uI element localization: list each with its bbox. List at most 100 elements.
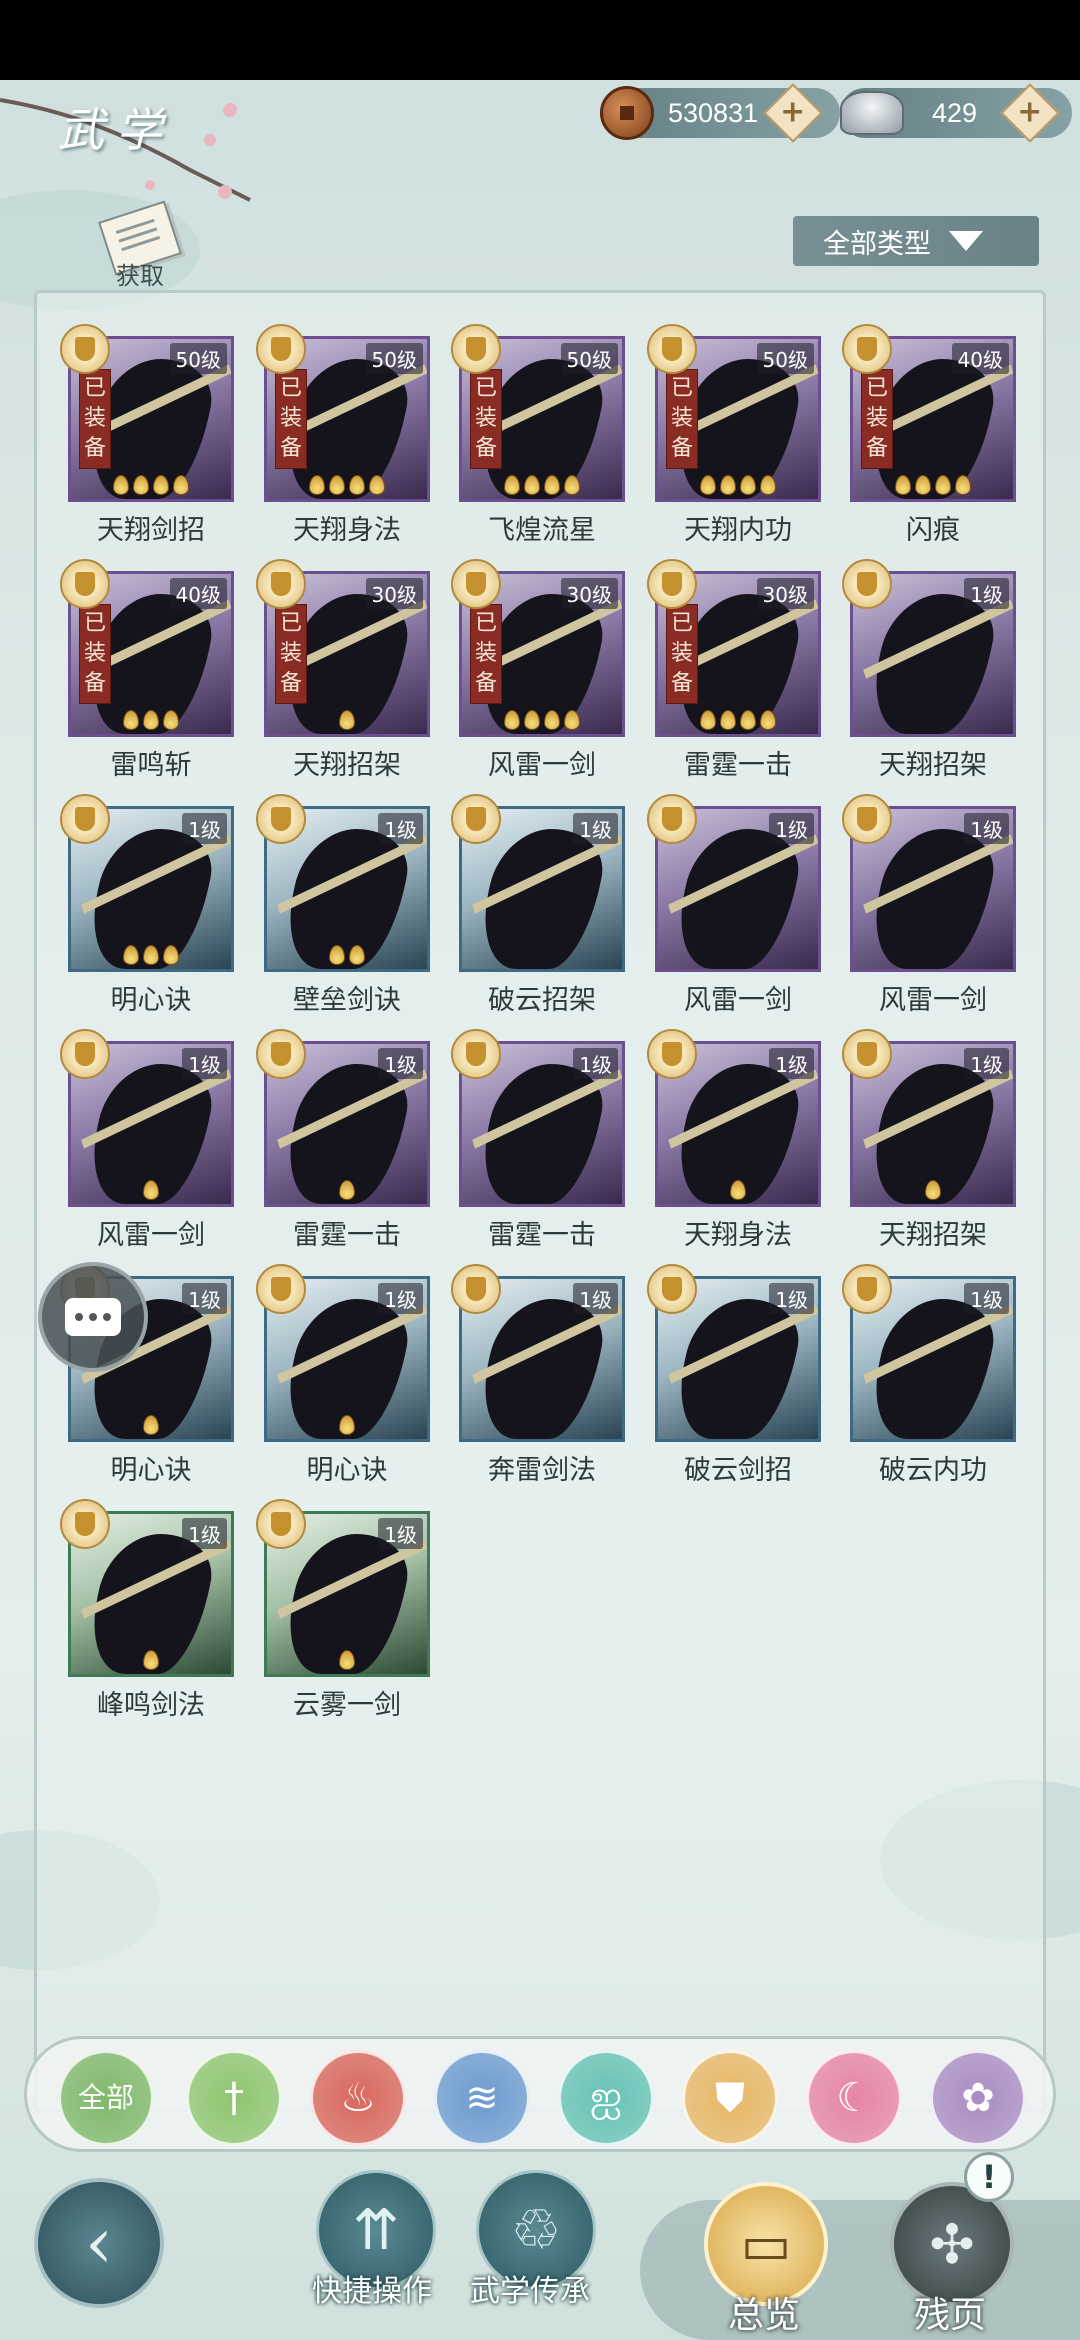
flame-star-icon (730, 1180, 746, 1200)
skill-card[interactable]: 1级 破云剑招 (647, 1264, 821, 1486)
skill-card[interactable]: 30级已装备雷霆一击 (647, 559, 821, 781)
flame-star-icon (895, 475, 911, 495)
skill-card[interactable]: 1级 明心诀 (256, 1264, 430, 1486)
skill-card[interactable]: 1级 风雷一剑 (842, 794, 1016, 1016)
skill-level: 1级 (964, 578, 1009, 609)
skill-card[interactable]: 1级 雷霆一击 (451, 1029, 625, 1251)
category-all[interactable]: 全部 (58, 2050, 154, 2146)
skill-card[interactable]: 1级 壁垒剑诀 (256, 794, 430, 1016)
flame-star-icon (720, 710, 736, 730)
skill-card[interactable]: 1级 破云内功 (842, 1264, 1016, 1486)
flame-star-icon (143, 1180, 159, 1200)
shield-badge-icon (256, 1264, 306, 1314)
add-copper-button[interactable]: + (763, 83, 823, 143)
swordsman-silhouette-icon (863, 829, 1003, 969)
skill-name: 峰鸣剑法 (97, 1690, 205, 1721)
category-shield[interactable]: ⛊ (682, 2050, 778, 2146)
star-flames (267, 710, 427, 730)
type-filter-dropdown[interactable]: 全部类型 (793, 216, 1039, 266)
equipped-tag: 已装备 (79, 604, 111, 704)
add-silver-button[interactable]: + (1000, 83, 1060, 143)
skill-card[interactable]: 1级 明心诀 (60, 794, 234, 1016)
skill-level: 1级 (769, 813, 814, 844)
category-all-label: 全部 (77, 2081, 134, 2114)
skill-name: 风雷一剑 (488, 750, 596, 781)
skill-card[interactable]: 50级已装备天翔内功 (647, 324, 821, 546)
skill-card[interactable]: 1级 天翔身法 (647, 1029, 821, 1251)
category-rose[interactable]: ✿ (930, 2050, 1026, 2146)
star-flames (853, 475, 1013, 495)
skill-level: 50级 (169, 343, 227, 374)
skill-card[interactable]: 1级云雾一剑 (256, 1499, 430, 1721)
skill-name: 雷霆一击 (293, 1220, 401, 1251)
category-water[interactable]: ≋ (434, 2050, 530, 2146)
flame-star-icon (935, 475, 951, 495)
arrows-up-icon: ⇈ (352, 2197, 400, 2263)
skill-level: 1级 (182, 1048, 227, 1079)
tab-container (640, 2200, 1080, 2340)
open-book-icon: ▭ (740, 2212, 792, 2276)
skill-name: 天翔剑招 (97, 515, 205, 546)
skill-name: 壁垒剑诀 (293, 985, 401, 1016)
skill-name: 风雷一剑 (879, 985, 987, 1016)
skill-card[interactable]: 1级 奔雷剑法 (451, 1264, 625, 1486)
category-moon[interactable]: ☾ (806, 2050, 902, 2146)
skill-level: 1级 (378, 1518, 423, 1549)
skill-name: 风雷一剑 (97, 1220, 205, 1251)
skill-card[interactable]: 1级峰鸣剑法 (60, 1499, 234, 1721)
skill-card[interactable]: 1级 天翔招架 (842, 1029, 1016, 1251)
flame-star-icon (163, 710, 179, 730)
back-button[interactable]: ‹ (34, 2178, 164, 2308)
shield-badge-icon (842, 794, 892, 844)
skill-card[interactable]: 1级 破云招架 (451, 794, 625, 1016)
skill-level: 40级 (951, 343, 1009, 374)
star-flames (853, 1180, 1013, 1200)
skill-card[interactable]: 1级 雷霆一击 (256, 1029, 430, 1251)
copper-currency: 530831 + (600, 83, 840, 143)
skill-card[interactable]: 50级已装备天翔剑招 (60, 324, 234, 546)
category-butterfly[interactable]: ஐ (558, 2050, 654, 2146)
star-flames (71, 945, 231, 965)
equipped-tag: 已装备 (275, 604, 307, 704)
skill-card[interactable]: 30级已装备天翔招架 (256, 559, 430, 781)
flame-star-icon (925, 1180, 941, 1200)
skill-card[interactable]: 1级风雷一剑 (60, 1029, 234, 1251)
chat-button[interactable] (38, 1262, 148, 1372)
skill-card[interactable]: 40级已装备雷鸣斩 (60, 559, 234, 781)
star-flames (71, 475, 231, 495)
flame-star-icon (339, 1415, 355, 1435)
shield-badge-icon (451, 794, 501, 844)
skill-name: 雷鸣斩 (110, 750, 192, 781)
flame-icon: ♨ (340, 2075, 376, 2121)
flame-star-icon (504, 475, 520, 495)
swordsman-silhouette-icon (472, 1299, 612, 1439)
skill-level: 1级 (182, 1518, 227, 1549)
skill-card[interactable]: 1级 天翔招架 (842, 559, 1016, 781)
category-sword[interactable]: † (186, 2050, 282, 2146)
skill-name: 云雾一剑 (293, 1690, 401, 1721)
skill-card[interactable]: 40级已装备闪痕 (842, 324, 1016, 546)
star-flames (658, 475, 818, 495)
shield-badge-icon (842, 1264, 892, 1314)
skill-name: 破云内功 (879, 1455, 987, 1486)
star-flames (71, 1650, 231, 1670)
shield-badge-icon (256, 559, 306, 609)
skill-name: 破云剑招 (684, 1455, 792, 1486)
skill-card[interactable]: 50级已装备飞煌流星 (451, 324, 625, 546)
shield-badge-icon (451, 324, 501, 374)
star-flames (658, 1180, 818, 1200)
skill-name: 破云招架 (488, 985, 596, 1016)
equipped-tag: 已装备 (666, 369, 698, 469)
skill-card[interactable]: 30级已装备风雷一剑 (451, 559, 625, 781)
shield-badge-icon (451, 1264, 501, 1314)
filter-label: 全部类型 (823, 228, 931, 260)
skill-card[interactable]: 50级已装备天翔身法 (256, 324, 430, 546)
skill-card[interactable]: 1级风雷一剑 (647, 794, 821, 1016)
sword-icon: † (224, 2075, 244, 2121)
skill-name: 风雷一剑 (684, 985, 792, 1016)
shield-badge-icon (451, 559, 501, 609)
flame-star-icon (163, 945, 179, 965)
skill-level: 40级 (169, 578, 227, 609)
skill-name: 闪痕 (906, 515, 960, 546)
category-fire[interactable]: ♨ (310, 2050, 406, 2146)
